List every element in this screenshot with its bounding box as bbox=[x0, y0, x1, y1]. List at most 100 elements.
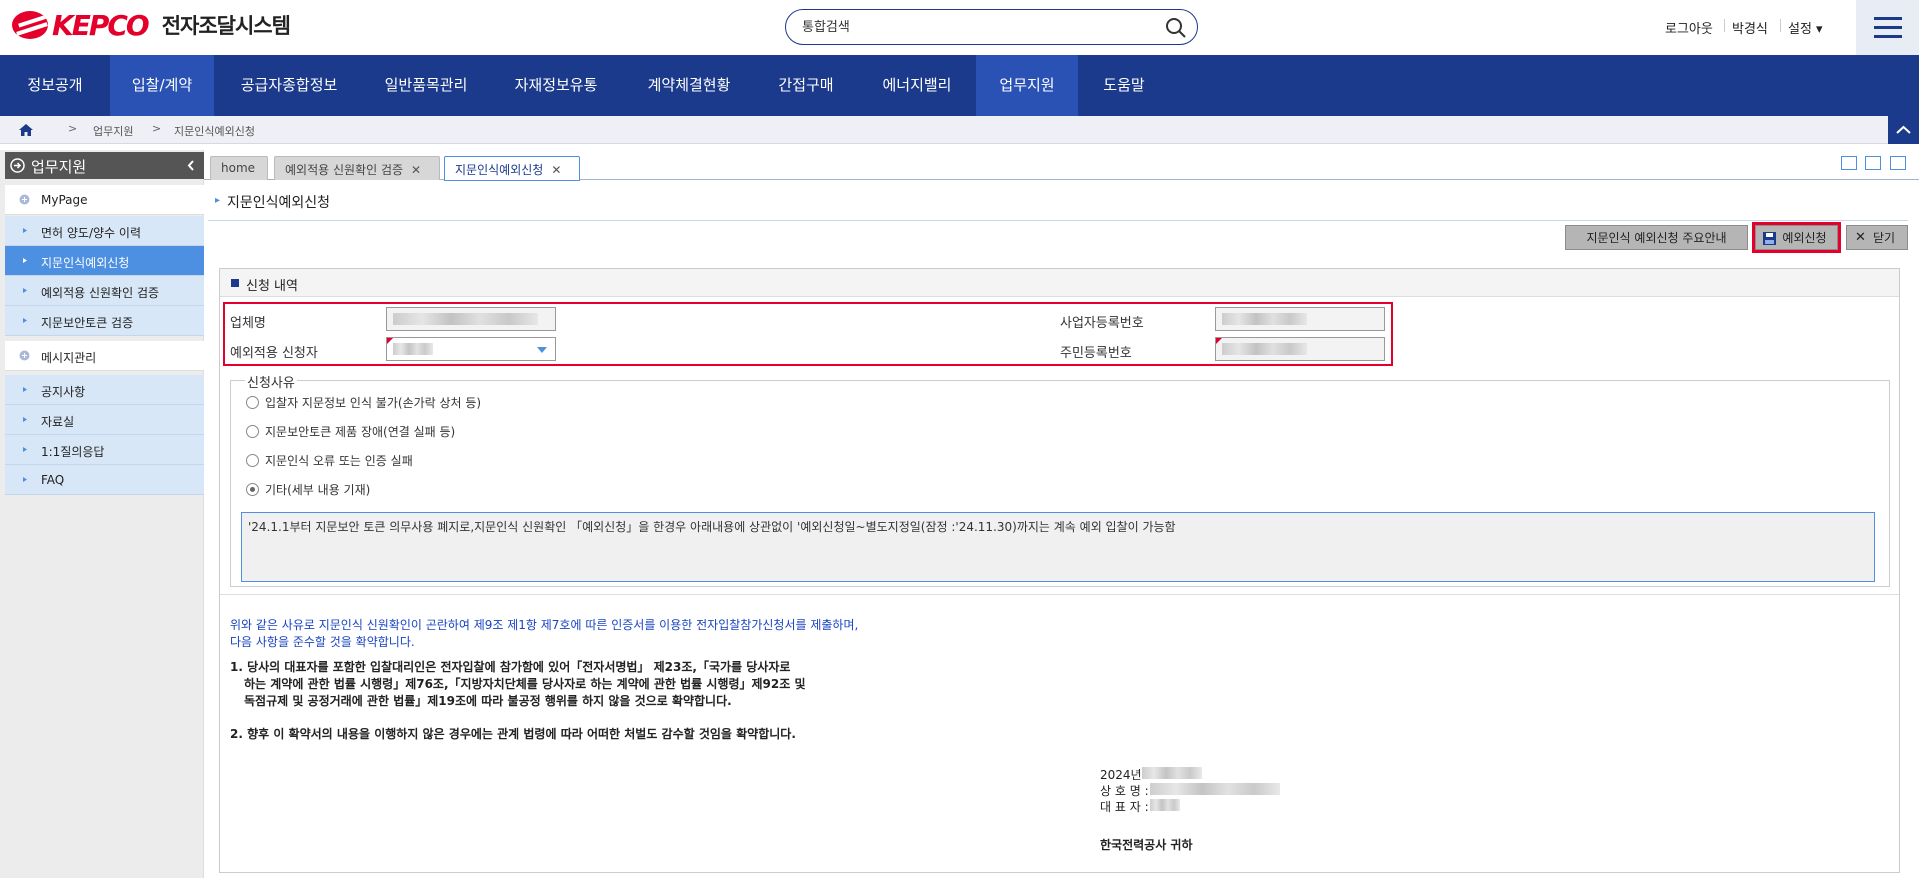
logout-link[interactable]: 로그아웃 bbox=[1665, 18, 1713, 37]
breadcrumb-item[interactable]: 업무지원 bbox=[93, 123, 133, 139]
home-icon[interactable] bbox=[18, 122, 34, 138]
reason-option-token-failure[interactable]: 지문보안토큰 제품 장애(연결 실패 등) bbox=[246, 423, 455, 440]
tab-label: 예외적용 신원확인 검증 bbox=[285, 163, 404, 177]
radio-label: 지문인식 오류 또는 인증 실패 bbox=[265, 454, 413, 468]
nav-indirect-purchase[interactable]: 간접구매 bbox=[754, 55, 858, 116]
sidebar-item-label: 지문보안토큰 검증 bbox=[41, 316, 134, 330]
sign-addressee: 한국전력공사 귀하 bbox=[1100, 838, 1193, 852]
caret-right-icon: ▸ bbox=[215, 195, 221, 206]
nav-bid-contract[interactable]: 입찰/계약 bbox=[110, 55, 214, 116]
sidebar-item-license-transfer[interactable]: 면허 양도/양수 이력 bbox=[5, 216, 204, 246]
tab-move-left-icon[interactable] bbox=[1865, 156, 1881, 170]
menu-icon[interactable] bbox=[1856, 0, 1919, 55]
caret-right-icon bbox=[23, 288, 27, 293]
kepco-logo[interactable]: KEPCO 전자조달시스템 bbox=[12, 8, 291, 42]
reason-option-fingerprint[interactable]: 입찰자 지문정보 인식 불가(손가락 상처 등) bbox=[246, 394, 481, 411]
bizno-label: 사업자등록번호 bbox=[1060, 316, 1144, 331]
chevron-down-icon bbox=[537, 347, 547, 353]
tab-label: 지문인식예외신청 bbox=[455, 163, 544, 177]
nav-info[interactable]: 정보공개 bbox=[0, 55, 110, 116]
notice-text: 위와 같은 사유로 지문인식 신원확인이 곤란하여 제9조 제1항 제7호에 따… bbox=[230, 618, 859, 632]
residentno-field bbox=[1215, 337, 1385, 361]
sidebar: 업무지원 MyPage 면허 양도/양수 이력 지문인식예외신청 예외적용 신원… bbox=[0, 150, 204, 878]
nav-supplier-info[interactable]: 공급자종합정보 bbox=[214, 55, 364, 116]
tab-label: home bbox=[221, 161, 256, 175]
nav-help[interactable]: 도움말 bbox=[1078, 55, 1170, 116]
tab-fingerprint-exception[interactable]: 지문인식예외신청 ✕ bbox=[444, 156, 580, 181]
residentno-label: 주민등록번호 bbox=[1060, 346, 1132, 361]
sidebar-item-faq[interactable]: FAQ bbox=[5, 465, 204, 495]
settings-dropdown[interactable]: 설정 ▾ bbox=[1788, 18, 1823, 37]
redacted-value bbox=[1222, 313, 1307, 325]
sidebar-item-fingerprint-exception[interactable]: 지문인식예외신청 bbox=[5, 246, 204, 276]
pledge-item-1: 1. 당사의 대표자를 포함한 입찰대리인은 전자입찰에 참가함에 있어「전자서… bbox=[230, 660, 791, 674]
redacted-value bbox=[393, 313, 538, 325]
tab-identity-verify[interactable]: 예외적용 신원확인 검증 ✕ bbox=[274, 156, 440, 180]
reason-option-other[interactable]: 기타(세부 내용 기재) bbox=[246, 481, 370, 498]
pledge-item-1: 독점규제 및 공정거래에 관한 법률」제19조에 따라 불공정 행위를 하지 않… bbox=[244, 694, 732, 708]
title-divider bbox=[208, 220, 1908, 221]
search-input[interactable] bbox=[802, 17, 1142, 37]
tab-close-all-icon[interactable] bbox=[1890, 156, 1906, 170]
radio-label: 지문보안토큰 제품 장애(연결 실패 등) bbox=[265, 425, 456, 439]
sidebar-item-label: 메시지관리 bbox=[41, 351, 97, 365]
apply-button[interactable]: 예외신청 bbox=[1752, 222, 1841, 253]
collapse-header-button[interactable] bbox=[1888, 116, 1919, 144]
sidebar-item-qna[interactable]: 1:1질의응답 bbox=[5, 435, 204, 465]
reason-fieldset: 신청사유 입찰자 지문정보 인식 불가(손가락 상처 등) 지문보안토큰 제품 … bbox=[230, 372, 1890, 587]
chevron-right-icon: > bbox=[152, 122, 162, 135]
sidebar-item-label: 공지사항 bbox=[41, 385, 86, 399]
plus-circle-icon bbox=[19, 350, 30, 361]
radio-label: 입찰자 지문정보 인식 불가(손가락 상처 등) bbox=[265, 396, 482, 410]
divider bbox=[220, 594, 1899, 595]
sidebar-item-library[interactable]: 자료실 bbox=[5, 405, 204, 435]
sidebar-item-notices[interactable]: 공지사항 bbox=[5, 375, 204, 405]
applicant-label: 예외적용 신청자 bbox=[230, 346, 318, 361]
arrow-circle-icon bbox=[10, 158, 25, 173]
main-nav: 정보공개 입찰/계약 공급자종합정보 일반품목관리 자재정보유통 계약체결현황 … bbox=[0, 55, 1919, 116]
sidebar-header: 업무지원 bbox=[5, 152, 204, 179]
caret-right-icon bbox=[23, 477, 27, 482]
util-divider bbox=[1780, 19, 1781, 32]
close-button[interactable]: ✕ 닫기 bbox=[1846, 225, 1908, 250]
close-icon[interactable]: ✕ bbox=[551, 163, 561, 177]
reason-detail-textarea[interactable]: '24.1.1부터 지문보안 토큰 의무사용 폐지로,지문인식 신원확인 「예외… bbox=[241, 512, 1875, 582]
notice-text: 다음 사항을 준수할 것을 확약합니다. bbox=[230, 635, 415, 649]
caret-right-icon bbox=[23, 318, 27, 323]
section-header: 신청 내역 bbox=[220, 269, 1899, 297]
guide-button[interactable]: 지문인식 예외신청 주요안내 bbox=[1565, 225, 1748, 250]
close-icon[interactable]: ✕ bbox=[411, 163, 421, 177]
chevron-left-icon[interactable] bbox=[186, 159, 196, 172]
tab-home[interactable]: home bbox=[210, 156, 268, 180]
tab-move-right-icon[interactable] bbox=[1841, 156, 1857, 170]
sidebar-item-identity-verify[interactable]: 예외적용 신원확인 검증 bbox=[5, 276, 204, 306]
kepco-logo-mark-icon bbox=[12, 11, 48, 39]
sidebar-item-messages[interactable]: 메시지관리 bbox=[5, 341, 204, 371]
nav-business-support[interactable]: 업무지원 bbox=[976, 55, 1078, 116]
nav-items-management[interactable]: 일반품목관리 bbox=[364, 55, 488, 116]
sign-year: 2024년 bbox=[1100, 768, 1142, 782]
user-name[interactable]: 박경식 bbox=[1732, 18, 1768, 37]
sign-company: 상 호 명 : bbox=[1100, 784, 1149, 798]
nav-energy-valley[interactable]: 에너지밸리 bbox=[858, 55, 976, 116]
search-icon[interactable] bbox=[1165, 17, 1187, 39]
radio-icon bbox=[246, 454, 259, 467]
caret-right-icon bbox=[23, 447, 27, 452]
reason-option-auth-error[interactable]: 지문인식 오류 또는 인증 실패 bbox=[246, 452, 413, 469]
system-name: 전자조달시스템 bbox=[161, 14, 291, 38]
search-box bbox=[785, 9, 1198, 45]
sidebar-title: 업무지원 bbox=[31, 158, 87, 176]
sidebar-item-label: 1:1질의응답 bbox=[41, 445, 105, 459]
radio-label: 기타(세부 내용 기재) bbox=[265, 483, 371, 497]
nav-material-info[interactable]: 자재정보유통 bbox=[488, 55, 624, 116]
chevron-up-icon bbox=[1896, 125, 1911, 134]
close-button-label: 닫기 bbox=[1872, 231, 1896, 245]
sidebar-item-mypage[interactable]: MyPage bbox=[5, 185, 204, 215]
nav-contract-status[interactable]: 계약체결현황 bbox=[624, 55, 754, 116]
applicant-select[interactable] bbox=[386, 337, 556, 361]
util-divider bbox=[1724, 19, 1725, 32]
caret-right-icon bbox=[23, 417, 27, 422]
chevron-right-icon: > bbox=[68, 122, 78, 135]
logo-text: KEPCO bbox=[52, 8, 150, 42]
sidebar-item-token-verify[interactable]: 지문보안토큰 검증 bbox=[5, 306, 204, 336]
